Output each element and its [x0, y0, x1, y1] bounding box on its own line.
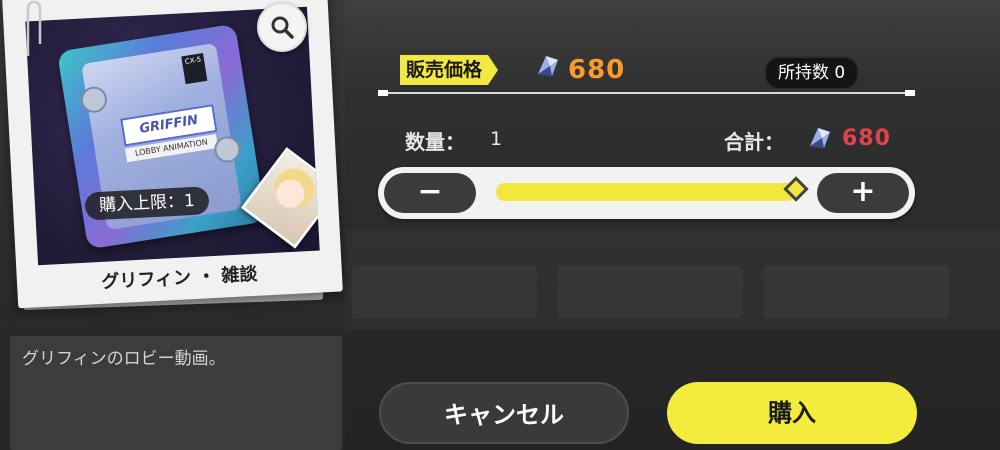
crystal-gem-icon	[810, 128, 830, 148]
decrease-button[interactable]: −	[384, 173, 476, 213]
divider-cap	[378, 90, 388, 96]
total-label: 合計：	[724, 130, 784, 154]
plus-icon: +	[850, 174, 876, 209]
quantity-label: 数量：	[405, 130, 465, 154]
background-shop-cell	[764, 266, 949, 318]
quantity-slider-track[interactable]	[496, 183, 796, 201]
device-tag: CX-5	[181, 53, 208, 85]
cancel-button[interactable]: キャンセル	[379, 382, 629, 444]
quantity-value: 1	[490, 128, 503, 150]
background-shop-cell	[558, 266, 743, 318]
price-value: 680	[568, 55, 626, 85]
total-value: 680	[842, 126, 891, 151]
divider	[378, 92, 915, 94]
owned-count: 所持数 0	[764, 56, 860, 90]
crystal-gem-icon	[538, 56, 558, 76]
search-icon	[271, 16, 294, 39]
background-shop-cell	[352, 266, 537, 318]
paper-clip-icon	[26, 0, 42, 56]
item-description: グリフィンのロビー動画。	[22, 349, 226, 369]
increase-button[interactable]: +	[817, 173, 909, 213]
price-label: 販売価格	[400, 55, 499, 85]
zoom-preview-button[interactable]	[257, 2, 307, 52]
minus-icon: −	[417, 174, 443, 209]
quantity-slider-fill	[496, 183, 796, 201]
buy-button[interactable]: 購入	[667, 382, 917, 444]
divider-cap	[905, 90, 915, 96]
quantity-stepper: − +	[378, 167, 915, 219]
